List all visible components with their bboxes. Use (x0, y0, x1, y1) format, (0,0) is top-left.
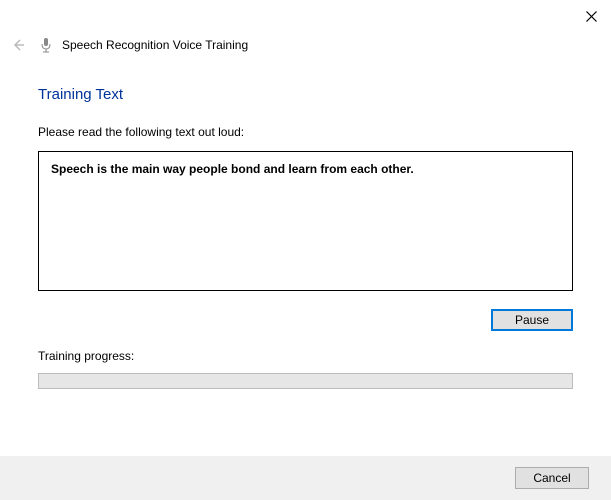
window-title: Speech Recognition Voice Training (62, 38, 248, 52)
back-button[interactable] (8, 35, 28, 55)
section-heading: Training Text (38, 86, 573, 103)
cancel-button[interactable]: Cancel (515, 467, 589, 489)
close-icon (586, 11, 597, 22)
back-arrow-icon (11, 38, 25, 52)
instruction-text: Please read the following text out loud: (38, 125, 573, 139)
microphone-icon (38, 37, 54, 53)
progress-bar (38, 373, 573, 389)
content-area: Training Text Please read the following … (0, 58, 611, 389)
header-row: Speech Recognition Voice Training (0, 32, 611, 58)
footer: Cancel (0, 456, 611, 500)
training-sentence: Speech is the main way people bond and l… (51, 162, 560, 176)
pause-row: Pause (38, 309, 573, 331)
training-text-box: Speech is the main way people bond and l… (38, 151, 573, 291)
pause-button[interactable]: Pause (491, 309, 573, 331)
progress-label: Training progress: (38, 349, 573, 363)
titlebar (0, 0, 611, 32)
close-button[interactable] (581, 6, 601, 26)
